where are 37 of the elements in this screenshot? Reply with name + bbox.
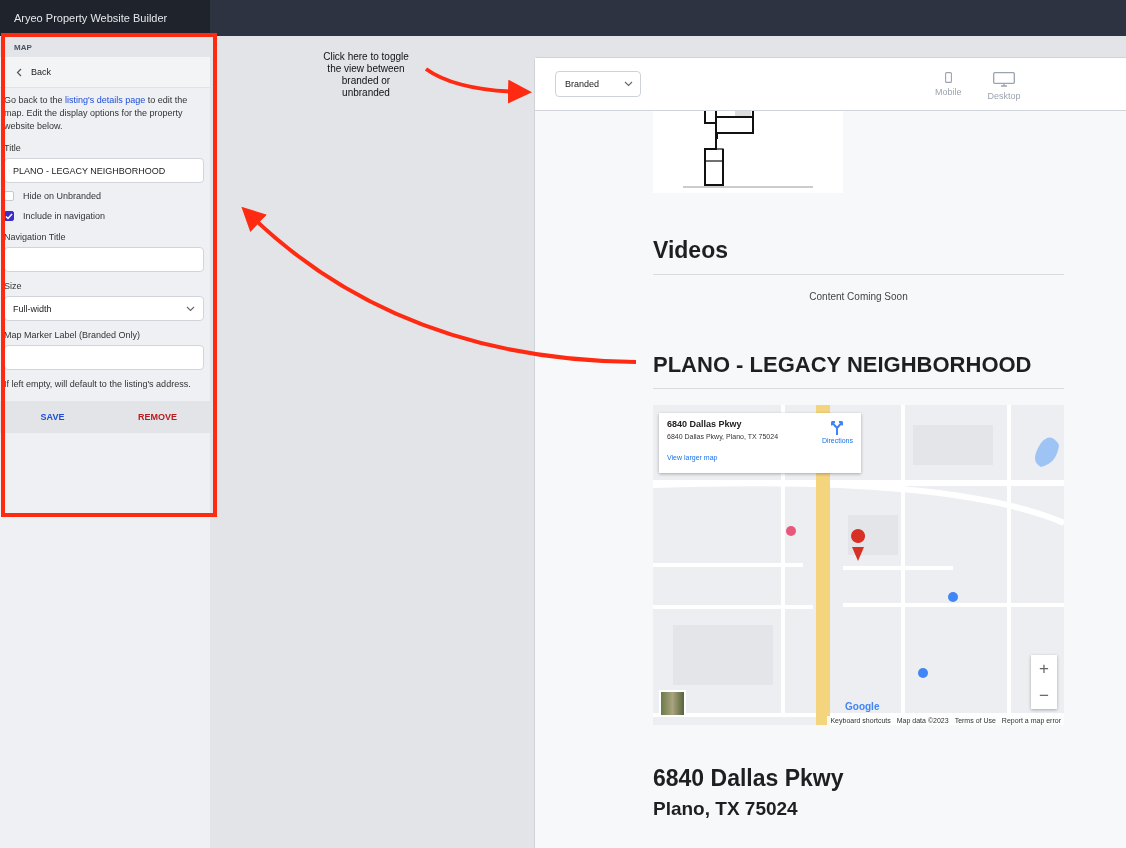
section-heading: PLANO - LEGACY NEIGHBORHOOD (653, 352, 1033, 378)
size-select[interactable]: Full-width (4, 296, 204, 321)
monitor-icon (993, 71, 1016, 87)
address-heading: 6840 Dallas Pkwy (653, 765, 845, 792)
section-header: MAP (0, 37, 210, 57)
navigation-title-field[interactable] (4, 247, 204, 272)
field-label: Size (4, 281, 23, 291)
zoom-out-button[interactable]: − (1031, 682, 1057, 709)
field-label: Navigation Title (4, 232, 67, 242)
hint-text: If left empty, will default to the listing's address. (4, 378, 192, 391)
app-title: Aryeo Property Website Builder (14, 12, 168, 24)
place-name: 6840 Dallas Pkwy (667, 419, 743, 429)
chevron-down-icon (624, 81, 633, 87)
chevron-down-icon (186, 305, 195, 312)
map-logo: Google (845, 701, 880, 712)
checkbox-label: Hide on Unbranded (23, 191, 102, 201)
marker-label-field[interactable] (4, 345, 204, 370)
details-page-link[interactable]: listing's details page (65, 95, 146, 105)
checkbox[interactable] (4, 211, 14, 221)
directions-icon (831, 421, 844, 435)
empty-state-text: Content Coming Soon (808, 291, 909, 302)
back-button[interactable]: Back (0, 57, 210, 88)
annotation-text: Click here to toggle the view between branded or unbranded (322, 51, 410, 99)
field-label: Map Marker Label (Branded Only) (4, 330, 142, 340)
view-select[interactable]: Branded (555, 71, 641, 97)
save-button[interactable]: SAVE (0, 401, 105, 433)
phone-icon (944, 71, 952, 83)
layer-toggle-button[interactable] (659, 690, 686, 717)
zoom-in-button[interactable]: + (1031, 655, 1057, 682)
title-field[interactable]: PLANO - LEGACY NEIGHBORHOOD (4, 158, 204, 183)
field-label: Title (4, 143, 22, 153)
checkbox-label: Include in navigation (23, 211, 106, 221)
remove-button[interactable]: REMOVE (105, 401, 210, 433)
address-subheading: Plano, TX 75024 (653, 798, 799, 820)
chevron-left-icon (16, 67, 22, 77)
intro-text: Go back to the listing's details page to edit the map. Edit the display options for the property website below. (4, 94, 189, 133)
section-heading: Videos (653, 237, 729, 264)
